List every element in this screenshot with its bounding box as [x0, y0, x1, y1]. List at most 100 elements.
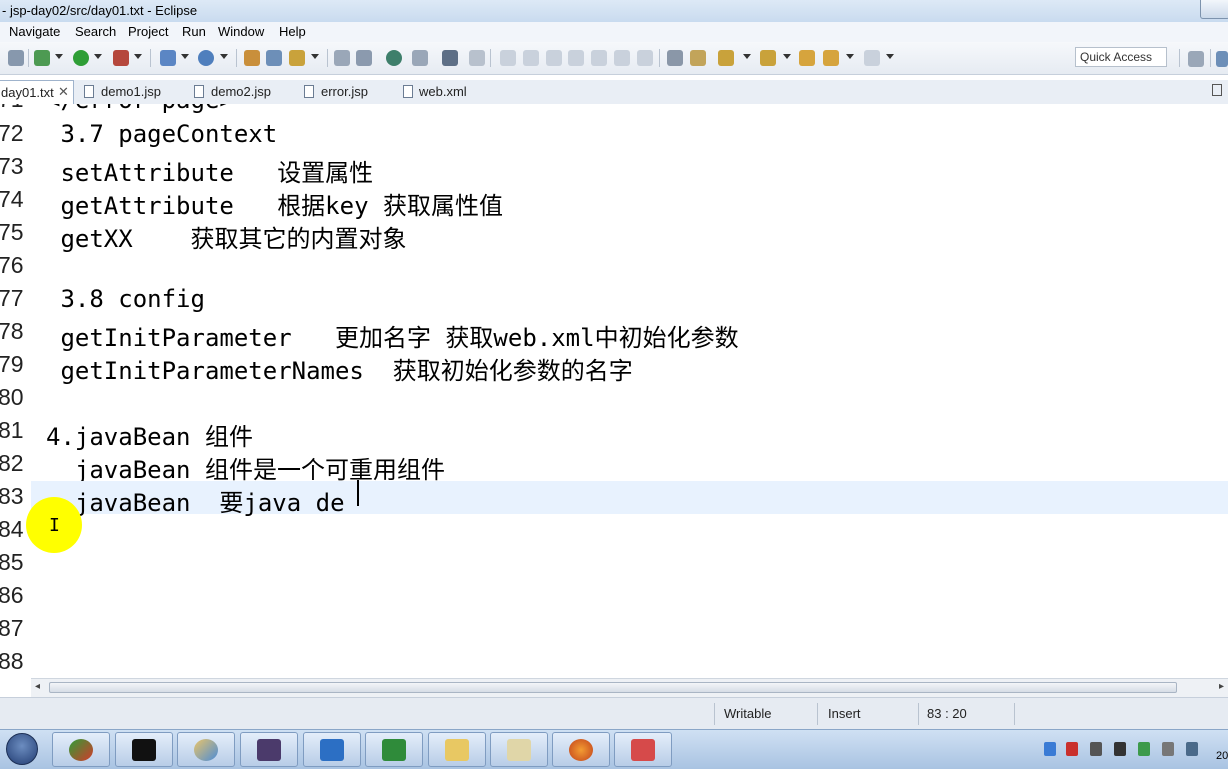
taskbar-firefox[interactable] [552, 732, 610, 767]
toolbar-separator [659, 49, 660, 67]
new-wizard-icon[interactable] [160, 50, 176, 66]
skip-breakpoints-icon[interactable] [469, 50, 485, 66]
show-whitespace-icon[interactable] [356, 50, 372, 66]
volume-muted-icon[interactable] [1162, 742, 1174, 756]
taskbar-eraser[interactable] [614, 732, 672, 767]
open-resource-icon[interactable] [266, 50, 282, 66]
clipboard-icon[interactable] [1090, 742, 1102, 756]
menu-run[interactable]: Run [182, 24, 206, 39]
search-icon[interactable] [289, 50, 305, 66]
new-class-icon[interactable] [198, 50, 214, 66]
disconnect-icon[interactable] [568, 50, 584, 66]
web-browser-icon[interactable] [386, 50, 402, 66]
back-icon[interactable] [823, 50, 839, 66]
quick-access-field[interactable]: Quick Access [1075, 47, 1167, 67]
writable-status: Writable [724, 706, 772, 721]
line-text: getXX 获取其它的内置对象 [46, 225, 407, 253]
annotations-icon[interactable] [690, 50, 706, 66]
debug-icon[interactable] [34, 50, 50, 66]
minimize-button[interactable] [1200, 0, 1228, 19]
next-annotation-dropdown-icon[interactable] [743, 54, 751, 59]
scroll-right-icon[interactable]: ▸ [1219, 681, 1224, 692]
step-into-icon[interactable] [591, 50, 607, 66]
taskbar-pdf[interactable] [303, 732, 361, 767]
windows-taskbar: 20 [0, 729, 1228, 769]
next-annotation-icon[interactable] [718, 50, 734, 66]
taskbar-help[interactable] [490, 732, 548, 767]
close-icon[interactable]: ✕ [58, 84, 69, 100]
new-class-dropdown-icon[interactable] [220, 54, 228, 59]
tab-day01-txt[interactable]: day01.txt ✕ [0, 80, 74, 104]
menu-navigate[interactable]: Navigate [9, 24, 60, 39]
clock[interactable]: 20 [1216, 750, 1228, 762]
taskbar-sync[interactable] [365, 732, 423, 767]
status-separator [714, 703, 715, 725]
scroll-left-icon[interactable]: ◂ [35, 681, 40, 692]
external-tools-dropdown-icon[interactable] [134, 54, 142, 59]
text-editor[interactable]: 71 </error-page> 72 3.7 pageContext 73 se… [0, 104, 1228, 678]
line-text: javaBean 要java de [46, 489, 345, 517]
suspend-icon[interactable] [523, 50, 539, 66]
menu-project[interactable]: Project [128, 24, 168, 39]
new-wizard-dropdown-icon[interactable] [181, 54, 189, 59]
editor-line: 78 getInitParameter 更加名字 获取web.xml中初始化参数 [0, 316, 1228, 352]
toggle-breadcrumb-icon[interactable] [334, 50, 350, 66]
status-separator [1014, 703, 1015, 725]
step-return-icon[interactable] [637, 50, 653, 66]
format-icon[interactable] [667, 50, 683, 66]
toggle-mark-icon[interactable] [412, 50, 428, 66]
line-number: 84 [0, 516, 24, 542]
tab-web-xml[interactable]: web.xml [403, 80, 493, 104]
debug-dropdown-icon[interactable] [55, 54, 63, 59]
forward-dropdown-icon[interactable] [886, 54, 894, 59]
open-type-icon[interactable] [244, 50, 260, 66]
editor-line: 75 getXX 获取其它的内置对象 [0, 217, 1228, 253]
security-icon[interactable] [1138, 742, 1150, 756]
search-dropdown-icon[interactable] [311, 54, 319, 59]
taskbar-paint[interactable] [177, 732, 235, 767]
terminate-icon[interactable] [546, 50, 562, 66]
external-tools-icon[interactable] [113, 50, 129, 66]
line-text: </error-page> [46, 104, 234, 114]
maximize-editor-icon[interactable] [1212, 84, 1222, 96]
line-number: 73 [0, 153, 24, 179]
menu-window[interactable]: Window [218, 24, 264, 39]
save-all-icon[interactable] [8, 50, 24, 66]
display-icon[interactable] [1186, 742, 1198, 756]
back-dropdown-icon[interactable] [846, 54, 854, 59]
taskbar-browser-app[interactable] [52, 732, 110, 767]
scrollbar-thumb[interactable] [49, 682, 1177, 693]
forward-icon[interactable] [864, 50, 880, 66]
taskbar-javaee-ide[interactable] [240, 732, 298, 767]
line-number: 77 [0, 285, 24, 311]
tab-label: demo2.jsp [211, 84, 271, 99]
resume-icon[interactable] [500, 50, 516, 66]
previous-annotation-dropdown-icon[interactable] [783, 54, 791, 59]
editor-line: 73 setAttribute 设置属性 [0, 151, 1228, 187]
console-icon[interactable] [442, 50, 458, 66]
start-button[interactable] [6, 733, 38, 765]
horizontal-scrollbar[interactable]: ◂ ▸ [31, 678, 1228, 697]
menu-search[interactable]: Search [75, 24, 116, 39]
run-dropdown-icon[interactable] [94, 54, 102, 59]
taskbar-cmd[interactable] [115, 732, 173, 767]
taskbar-folder[interactable] [428, 732, 486, 767]
tab-demo1-jsp[interactable]: demo1.jsp [84, 80, 184, 104]
input-method-icon[interactable] [1066, 742, 1078, 756]
editor-line: 84 [0, 514, 1228, 547]
network-icon[interactable] [1044, 742, 1056, 756]
tab-demo2-jsp[interactable]: demo2.jsp [194, 80, 294, 104]
step-over-icon[interactable] [614, 50, 630, 66]
previous-annotation-icon[interactable] [760, 50, 776, 66]
main-toolbar [0, 42, 1228, 75]
pdf-icon [320, 739, 344, 761]
film-icon[interactable] [1114, 742, 1126, 756]
menu-help[interactable]: Help [279, 24, 306, 39]
open-perspective-icon[interactable] [1188, 51, 1204, 67]
run-icon[interactable] [73, 50, 89, 66]
tab-error-jsp[interactable]: error.jsp [304, 80, 394, 104]
line-text: getInitParameter 更加名字 获取web.xml中初始化参数 [46, 324, 739, 352]
line-number: 86 [0, 582, 24, 608]
last-edit-location-icon[interactable] [799, 50, 815, 66]
java-ee-perspective-icon[interactable] [1216, 51, 1228, 67]
